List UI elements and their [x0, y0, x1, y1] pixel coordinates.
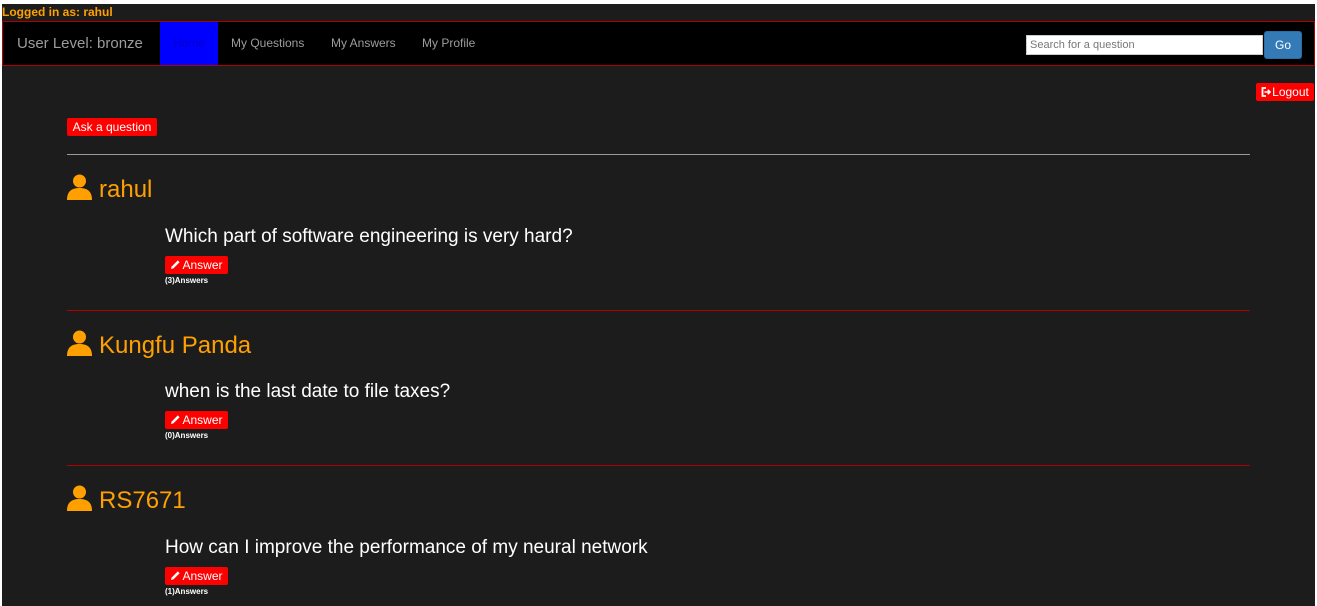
pencil-icon [171, 571, 181, 580]
go-button[interactable]: Go [1264, 31, 1302, 59]
answer-count: (1)Answers [165, 587, 209, 596]
user-icon [67, 174, 92, 200]
divider [67, 465, 1250, 466]
answer-button[interactable]: Answer [165, 567, 228, 585]
question-author: Kungfu Panda [66, 330, 251, 360]
user-level-label: User Level: bronze [17, 35, 143, 52]
question-author: RS7671 [66, 485, 186, 515]
answer-button[interactable]: Answer [165, 256, 228, 274]
answer-count: (3)Answers [165, 276, 209, 285]
answer-label: Answer [182, 258, 223, 272]
author-name[interactable]: rahul [99, 176, 152, 203]
logout-label: Logout [1272, 85, 1309, 99]
question-item: rahul Which part of software engineering… [2, 174, 1315, 324]
question-item: RS7671 How can I improve the performance… [2, 485, 1315, 606]
answer-button[interactable]: Answer [165, 411, 228, 429]
author-name[interactable]: RS7671 [99, 487, 186, 514]
nav-home[interactable]: Home [160, 22, 218, 65]
author-name[interactable]: Kungfu Panda [99, 332, 251, 359]
page: Logged in as: rahul User Level: bronze H… [2, 4, 1315, 606]
question-text[interactable]: How can I improve the performance of my … [165, 537, 648, 559]
divider [67, 310, 1250, 311]
question-text[interactable]: when is the last date to file taxes? [165, 381, 450, 403]
nav-my-questions[interactable]: My Questions [231, 22, 304, 65]
logged-in-label: Logged in as: rahul [2, 5, 113, 19]
ask-question-button[interactable]: Ask a question [67, 118, 157, 136]
pencil-icon [171, 260, 181, 269]
answer-label: Answer [182, 569, 223, 583]
logout-button[interactable]: Logout [1256, 83, 1314, 101]
question-item: Kungfu Panda when is the last date to fi… [2, 330, 1315, 480]
answer-count: (0)Answers [165, 431, 209, 440]
question-author: rahul [66, 174, 152, 204]
user-icon [67, 330, 92, 356]
navbar: User Level: bronze Home My Questions My … [2, 21, 1315, 66]
answer-label: Answer [182, 413, 223, 427]
nav-my-profile[interactable]: My Profile [422, 22, 475, 65]
logout-icon [1261, 87, 1272, 97]
pencil-icon [171, 415, 181, 424]
question-text[interactable]: Which part of software engineering is ve… [165, 226, 573, 248]
search-input[interactable] [1026, 35, 1263, 55]
nav-my-answers[interactable]: My Answers [331, 22, 396, 65]
user-icon [67, 485, 92, 511]
divider [67, 154, 1250, 155]
